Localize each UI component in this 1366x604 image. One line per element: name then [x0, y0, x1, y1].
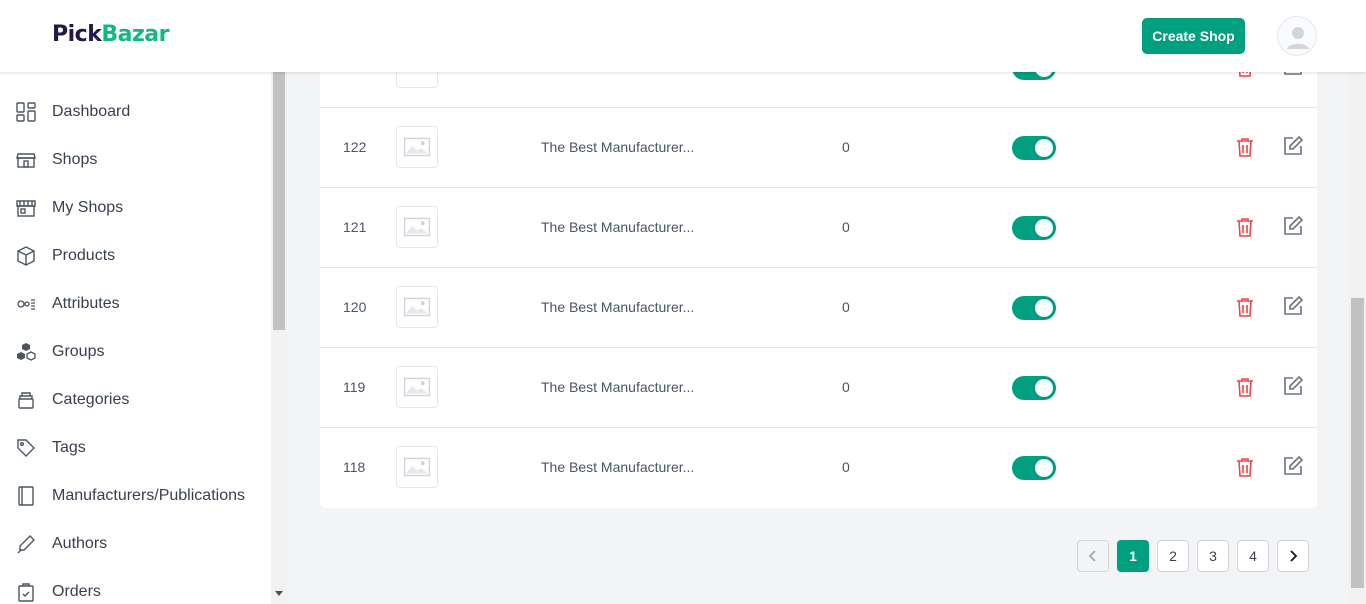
image-placeholder-icon — [396, 286, 438, 328]
tag-icon — [17, 439, 35, 457]
cubes-icon — [17, 343, 36, 361]
pen-icon — [17, 535, 35, 554]
create-shop-button[interactable]: Create Shop — [1142, 18, 1245, 54]
row-id: 118 — [343, 459, 366, 475]
sidebar-item-dashboard[interactable]: Dashboard — [0, 88, 270, 136]
main-scrollbar-thumb[interactable] — [1351, 298, 1364, 588]
chevron-left-icon — [1088, 550, 1096, 562]
storefront-icon — [16, 200, 36, 217]
trash-icon[interactable] — [1234, 296, 1256, 318]
trash-icon[interactable] — [1234, 136, 1256, 158]
approve-toggle[interactable] — [1012, 456, 1056, 480]
scroll-down-arrow-icon[interactable] — [275, 591, 283, 596]
sidebar-item-label: Categories — [52, 391, 130, 408]
table-row: 121 The Best Manufacturer... 0 — [320, 188, 1317, 268]
row-count: 0 — [842, 139, 850, 155]
pagination-page-2[interactable]: 2 — [1157, 540, 1189, 572]
sidebar-item-label: Products — [52, 247, 116, 264]
manufacturers-table: 123 The Best Manufacturer... 0 122 The B… — [320, 40, 1317, 508]
edit-icon[interactable] — [1282, 375, 1304, 397]
sidebar-item-categories[interactable]: Categories — [0, 376, 270, 424]
edit-icon[interactable] — [1282, 135, 1304, 157]
sidebar-item-label: Attributes — [52, 295, 120, 312]
dashboard-icon — [16, 102, 36, 122]
approve-toggle[interactable] — [1012, 136, 1056, 160]
sidebar: Dashboard Shops My Shops Products Attrib… — [0, 72, 287, 604]
image-placeholder-icon — [396, 206, 438, 248]
sidebar-item-orders[interactable]: Orders — [0, 568, 270, 604]
sidebar-item-label: Tags — [52, 439, 86, 456]
sidebar-item-label: Authors — [52, 535, 108, 552]
sidebar-item-label: My Shops — [52, 199, 124, 216]
sidebar-item-manufacturers[interactable]: Manufacturers/Publications — [0, 472, 270, 520]
sidebar-item-label: Orders — [52, 583, 101, 600]
pagination-page-4[interactable]: 4 — [1237, 540, 1269, 572]
sidebar-item-label: Groups — [52, 343, 105, 360]
sidebar-item-label: Dashboard — [52, 103, 131, 120]
box-icon — [17, 246, 35, 266]
row-name: The Best Manufacturer... — [541, 459, 695, 475]
row-name: The Best Manufacturer... — [541, 379, 695, 395]
approve-toggle[interactable] — [1012, 216, 1056, 240]
toggle-knob — [1035, 219, 1053, 237]
pagination-page-1[interactable]: 1 — [1117, 540, 1149, 572]
sidebar-scrollbar-thumb[interactable] — [273, 72, 285, 330]
trash-icon[interactable] — [1234, 456, 1256, 478]
pagination-page-3[interactable]: 3 — [1197, 540, 1229, 572]
sidebar-item-label: Manufacturers/Publications — [52, 487, 245, 504]
row-count: 0 — [842, 299, 850, 315]
sidebar-item-attributes[interactable]: Attributes — [0, 280, 270, 328]
table-row: 119 The Best Manufacturer... 0 — [320, 348, 1317, 428]
trash-icon[interactable] — [1234, 376, 1256, 398]
toggle-knob — [1035, 379, 1053, 397]
row-id: 119 — [343, 379, 366, 395]
pagination-prev-button[interactable] — [1077, 540, 1109, 572]
pickbazar-logo[interactable]: PickBazar — [52, 22, 169, 47]
toggle-knob — [1035, 139, 1053, 157]
row-name: The Best Manufacturer... — [541, 139, 695, 155]
row-count: 0 — [842, 459, 850, 475]
logo-text-part1: Pick — [52, 22, 102, 47]
sidebar-item-label: Shops — [52, 151, 98, 168]
user-avatar-icon[interactable] — [1277, 16, 1317, 56]
approve-toggle[interactable] — [1012, 376, 1056, 400]
image-placeholder-icon — [396, 126, 438, 168]
pagination-next-button[interactable] — [1277, 540, 1309, 572]
logo-text-part2: Bazar — [101, 22, 169, 47]
edit-icon[interactable] — [1282, 455, 1304, 477]
row-id: 120 — [343, 299, 367, 315]
top-header: PickBazar Create Shop — [0, 0, 1366, 72]
sidebar-item-groups[interactable]: Groups — [0, 328, 270, 376]
row-id: 122 — [343, 139, 367, 155]
sidebar-item-my-shops[interactable]: My Shops — [0, 184, 270, 232]
chevron-right-icon — [1290, 550, 1298, 562]
image-placeholder-icon — [396, 366, 438, 408]
row-count: 0 — [842, 379, 850, 395]
row-id: 121 — [343, 219, 367, 235]
toggle-knob — [1035, 459, 1053, 477]
toggle-knob — [1035, 299, 1053, 317]
store-icon — [16, 153, 36, 168]
attributes-icon — [17, 299, 35, 310]
sidebar-item-tags[interactable]: Tags — [0, 424, 270, 472]
row-name: The Best Manufacturer... — [541, 219, 695, 235]
table-row: 120 The Best Manufacturer... 0 — [320, 268, 1317, 348]
sidebar-item-products[interactable]: Products — [0, 232, 270, 280]
row-count: 0 — [842, 219, 850, 235]
layers-icon — [18, 392, 34, 409]
row-name: The Best Manufacturer... — [541, 299, 695, 315]
image-placeholder-icon — [396, 446, 438, 488]
order-icon — [18, 583, 34, 602]
edit-icon[interactable] — [1282, 215, 1304, 237]
sidebar-item-shops[interactable]: Shops — [0, 136, 270, 184]
table-row: 122 The Best Manufacturer... 0 — [320, 108, 1317, 188]
book-icon — [18, 486, 34, 506]
approve-toggle[interactable] — [1012, 296, 1056, 320]
trash-icon[interactable] — [1234, 216, 1256, 238]
sidebar-item-authors[interactable]: Authors — [0, 520, 270, 568]
table-row: 118 The Best Manufacturer... 0 — [320, 428, 1317, 508]
edit-icon[interactable] — [1282, 295, 1304, 317]
